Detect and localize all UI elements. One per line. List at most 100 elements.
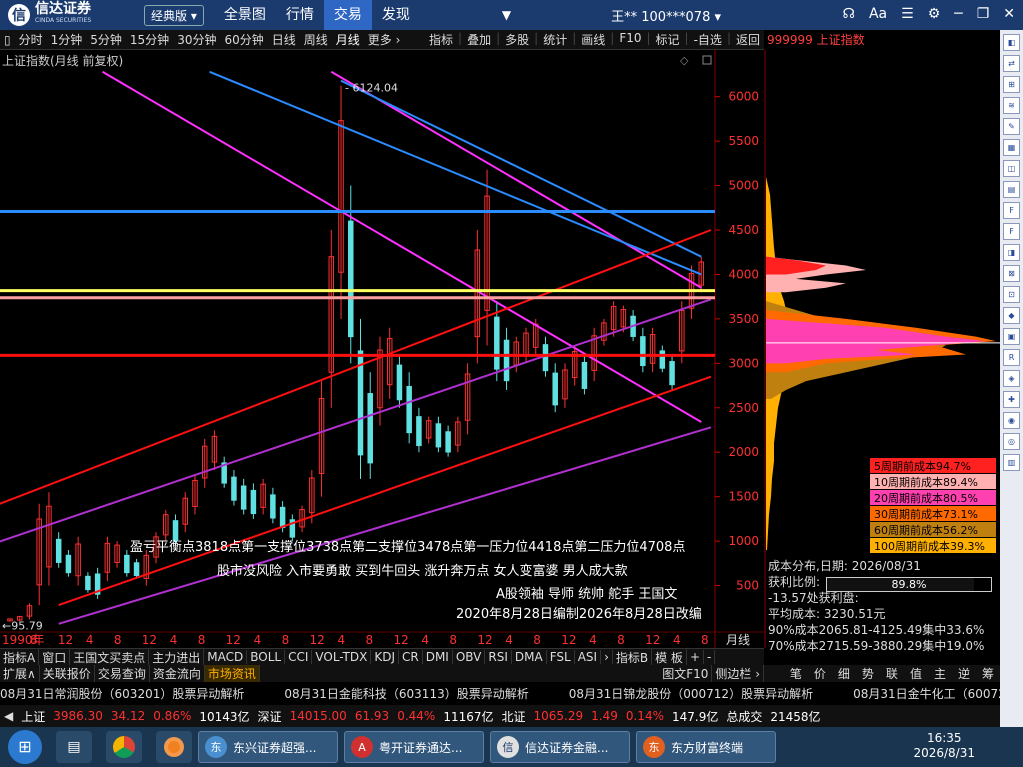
sidebar-tool-icon[interactable]: ⊠ (1003, 265, 1020, 282)
period-tab-3[interactable]: 15分钟 (126, 31, 173, 48)
speaker-icon[interactable]: ◀ (4, 709, 13, 723)
news-item[interactable]: 08月31日金牛化工（600722）股票异动 (853, 685, 1000, 702)
sidebar-tool-icon[interactable]: ◉ (1003, 412, 1020, 429)
nav-item-2[interactable]: 交易 (323, 0, 372, 30)
indicator-tab-6[interactable]: CCI (285, 650, 313, 664)
sidebar-tool-icon[interactable]: ⊡ (1003, 286, 1020, 303)
sidebar-tool-icon[interactable]: F (1003, 202, 1020, 219)
bottom-tab-2[interactable]: 交易查询 (95, 665, 150, 682)
sidebar-tool-icon[interactable]: F (1003, 223, 1020, 240)
indicator-tab-3[interactable]: 主力进出 (149, 648, 205, 666)
edition-dropdown[interactable]: 经典版 ▾ (144, 4, 204, 26)
start-button[interactable]: ⊞ (8, 730, 42, 764)
tool-button-6[interactable]: 标记 (652, 31, 684, 48)
system-clock[interactable]: 16:35 2026/8/31 (913, 731, 975, 761)
indicator-tab-19[interactable]: + (687, 650, 704, 664)
tool-button-1[interactable]: 叠加 (463, 31, 495, 48)
chrome-icon[interactable] (106, 731, 142, 763)
period-tab-9[interactable]: 更多 › (364, 31, 405, 48)
quote-tab-2[interactable]: 细 (832, 665, 856, 682)
tool-button-2[interactable]: 多股 (501, 31, 533, 48)
indicator-tab-9[interactable]: CR (399, 650, 423, 664)
camera-app-icon[interactable] (156, 731, 192, 763)
indicator-tab-18[interactable]: 模 板 (652, 648, 687, 666)
sidebar-tool-icon[interactable]: R (1003, 349, 1020, 366)
nav-item-1[interactable]: 行情 (276, 0, 324, 30)
indicator-tab-11[interactable]: OBV (453, 650, 486, 664)
period-tab-4[interactable]: 30分钟 (173, 31, 220, 48)
news-item[interactable]: 08月31日常润股份（603201）股票异动解析 (0, 685, 244, 702)
font-size-icon[interactable]: Aa (869, 6, 887, 22)
sidebar-tool-icon[interactable]: ⇄ (1003, 55, 1020, 72)
indicator-tab-15[interactable]: ASI (575, 650, 602, 664)
headset-icon[interactable]: ☊ (843, 6, 855, 22)
period-tab-8[interactable]: 月线 (332, 31, 364, 48)
tool-button-7[interactable]: -自选 (690, 31, 726, 48)
bottom-tab-0[interactable]: 扩展∧ (0, 665, 40, 682)
quote-tab-7[interactable]: 逆 (952, 665, 976, 682)
sidebar-tool-icon[interactable]: ≋ (1003, 97, 1020, 114)
sidebar-tool-icon[interactable]: ◆ (1003, 307, 1020, 324)
taskbar-app-2[interactable]: 信信达证券金融... (490, 731, 630, 763)
news-item[interactable]: 08月31日金能科技（603113）股票异动解析 (284, 685, 528, 702)
tool-button-5[interactable]: F10 (615, 31, 645, 48)
nav-more-caret-icon[interactable]: ▼ (502, 8, 511, 22)
quote-tab-5[interactable]: 值 (904, 665, 928, 682)
sidebar-tool-icon[interactable]: ◫ (1003, 160, 1020, 177)
nav-item-0[interactable]: 全景图 (214, 0, 276, 30)
sidebar-tool-icon[interactable]: ▦ (1003, 139, 1020, 156)
quote-tab-6[interactable]: 主 (928, 665, 952, 682)
period-tab-0[interactable]: 分时 (15, 31, 47, 48)
sidebar-tool-icon[interactable]: ▥ (1003, 454, 1020, 471)
sidebar-tool-icon[interactable]: ◧ (1003, 34, 1020, 51)
taskbar-app-0[interactable]: 东东兴证券超强... (198, 731, 338, 763)
minimize-icon[interactable]: ─ (954, 6, 962, 22)
gear-icon[interactable]: ⚙ (928, 6, 941, 22)
tool-button-0[interactable]: 指标 (425, 31, 457, 48)
indicator-tab-0[interactable]: 指标A (0, 648, 40, 666)
indicator-tab-7[interactable]: VOL-TDX (312, 650, 372, 664)
period-tab-1[interactable]: 1分钟 (47, 31, 87, 48)
indicator-tab-10[interactable]: DMI (423, 650, 453, 664)
close-icon[interactable]: ✕ (1003, 6, 1015, 22)
period-tab-2[interactable]: 5分钟 (86, 31, 126, 48)
news-item[interactable]: 08月31日锦龙股份（000712）股票异动解析 (569, 685, 813, 702)
indicator-tab-17[interactable]: 指标B (613, 648, 653, 666)
indicator-tab-8[interactable]: KDJ (371, 650, 399, 664)
tool-button-4[interactable]: 画线 (577, 31, 609, 48)
period-tab-6[interactable]: 日线 (268, 31, 300, 48)
bottom-link-0[interactable]: 图文F10 (659, 665, 713, 682)
sidebar-tool-icon[interactable]: ⊞ (1003, 76, 1020, 93)
nav-item-3[interactable]: 发现 (372, 0, 420, 30)
period-tab-5[interactable]: 60分钟 (220, 31, 267, 48)
tool-button-8[interactable]: 返回 (732, 31, 764, 48)
indicator-tab-14[interactable]: FSL (547, 650, 575, 664)
sidebar-tool-icon[interactable]: ◎ (1003, 433, 1020, 450)
taskbar-app-3[interactable]: 东东方财富终端 (636, 731, 776, 763)
diamond-icon[interactable]: ◇ (680, 54, 689, 67)
quote-tab-4[interactable]: 联 (880, 665, 904, 682)
sidebar-tool-icon[interactable]: ✎ (1003, 118, 1020, 135)
bottom-link-1[interactable]: 侧边栏 › (712, 665, 764, 682)
panel-toggle-icon[interactable]: ▯ (0, 33, 15, 47)
indicator-tab-1[interactable]: 窗口 (39, 648, 71, 666)
quote-tab-3[interactable]: 势 (856, 665, 880, 682)
indicator-tab-13[interactable]: DMA (512, 650, 547, 664)
indicator-tab-12[interactable]: RSI (485, 650, 512, 664)
period-tab-7[interactable]: 周线 (300, 31, 332, 48)
quote-tab-1[interactable]: 价 (808, 665, 832, 682)
bottom-tab-4[interactable]: 市场资讯 (204, 665, 260, 682)
taskbar-app-1[interactable]: A 粤开证券通达... (344, 731, 484, 763)
sidebar-tool-icon[interactable]: ✚ (1003, 391, 1020, 408)
kline-chart[interactable]: 500 1000 1500 2000 2500 3000 3500 4000 4500 5000 5… (0, 50, 766, 648)
indicator-tab-4[interactable]: MACD (204, 650, 248, 664)
file-explorer-icon[interactable]: ▤ (56, 731, 92, 763)
tool-button-3[interactable]: 统计 (539, 31, 571, 48)
quote-tab-8[interactable]: 筹 (976, 665, 1000, 682)
user-account[interactable]: 王** 100***078 ▾ (611, 6, 721, 25)
sidebar-tool-icon[interactable]: ◨ (1003, 244, 1020, 261)
bottom-tab-1[interactable]: 关联报价 (40, 665, 95, 682)
indicator-tab-5[interactable]: BOLL (247, 650, 286, 664)
sidebar-tool-icon[interactable]: ▣ (1003, 328, 1020, 345)
indicator-tab-20[interactable]: - (704, 650, 716, 664)
